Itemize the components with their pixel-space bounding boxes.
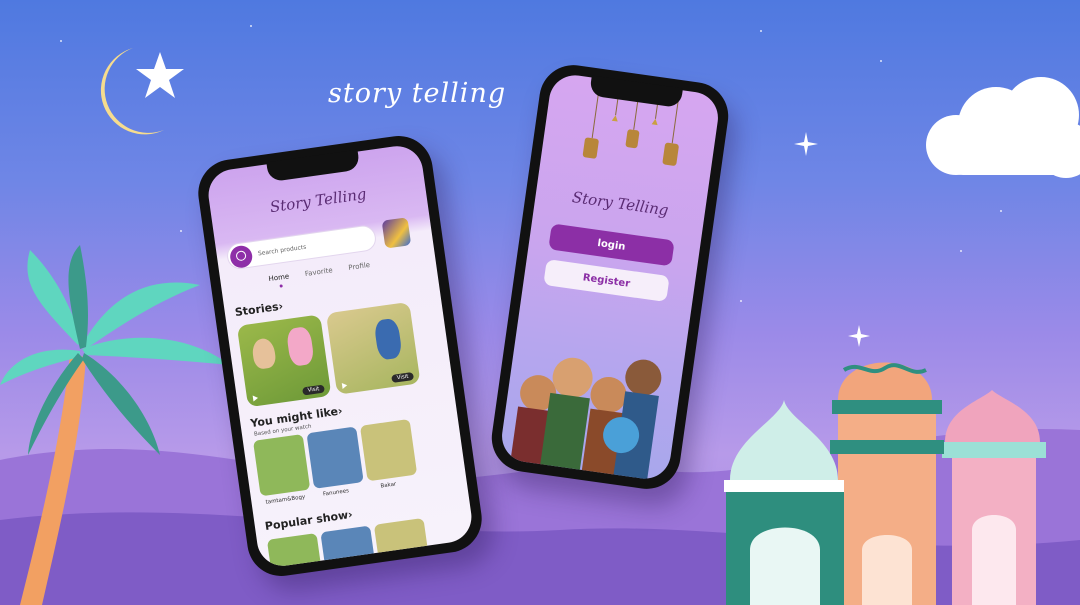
mosque-icon — [724, 362, 1046, 605]
character-figure — [250, 337, 277, 370]
palm-tree-icon — [0, 245, 230, 605]
show-card[interactable] — [252, 433, 311, 497]
avatar[interactable] — [381, 217, 412, 249]
show-card[interactable] — [266, 533, 325, 570]
play-icon[interactable] — [341, 382, 348, 389]
story-card[interactable]: Visit — [325, 301, 421, 395]
search-placeholder: Search products — [257, 243, 307, 257]
chevron-right-icon: › — [337, 404, 344, 418]
chevron-right-icon: › — [277, 299, 284, 314]
character-figure — [373, 317, 403, 361]
tab-profile[interactable]: Profile — [348, 261, 371, 272]
show-title: Bakar — [380, 481, 397, 490]
show-card[interactable] — [359, 418, 418, 482]
login-button[interactable]: login — [548, 223, 675, 267]
stories-label: Stories — [234, 300, 280, 320]
app-title: Story Telling — [268, 184, 368, 217]
show-title: tamtam&Bogy — [265, 494, 306, 506]
tab-favorite[interactable]: Favorite — [304, 266, 333, 278]
search-icon[interactable] — [228, 244, 254, 270]
tab-bar: Home Favorite Profile — [268, 261, 371, 283]
play-icon[interactable] — [252, 394, 259, 402]
chevron-right-icon: › — [347, 507, 354, 522]
home-screen: Story Telling Search products Home Favor… — [205, 142, 475, 570]
show-title: Fanunees — [322, 488, 350, 498]
story-card[interactable]: Visit — [236, 314, 332, 408]
tab-home[interactable]: Home — [268, 272, 290, 283]
visit-button[interactable]: Visit — [302, 384, 325, 396]
characters-illustration — [508, 357, 662, 482]
visit-button[interactable]: Visit — [391, 372, 415, 383]
app-title: Story Telling — [570, 188, 670, 220]
stories-heading[interactable]: Stories› — [234, 300, 284, 320]
register-button[interactable]: Register — [543, 259, 670, 303]
show-card[interactable] — [320, 525, 378, 570]
show-card[interactable] — [306, 426, 364, 489]
character-figure — [285, 325, 315, 367]
